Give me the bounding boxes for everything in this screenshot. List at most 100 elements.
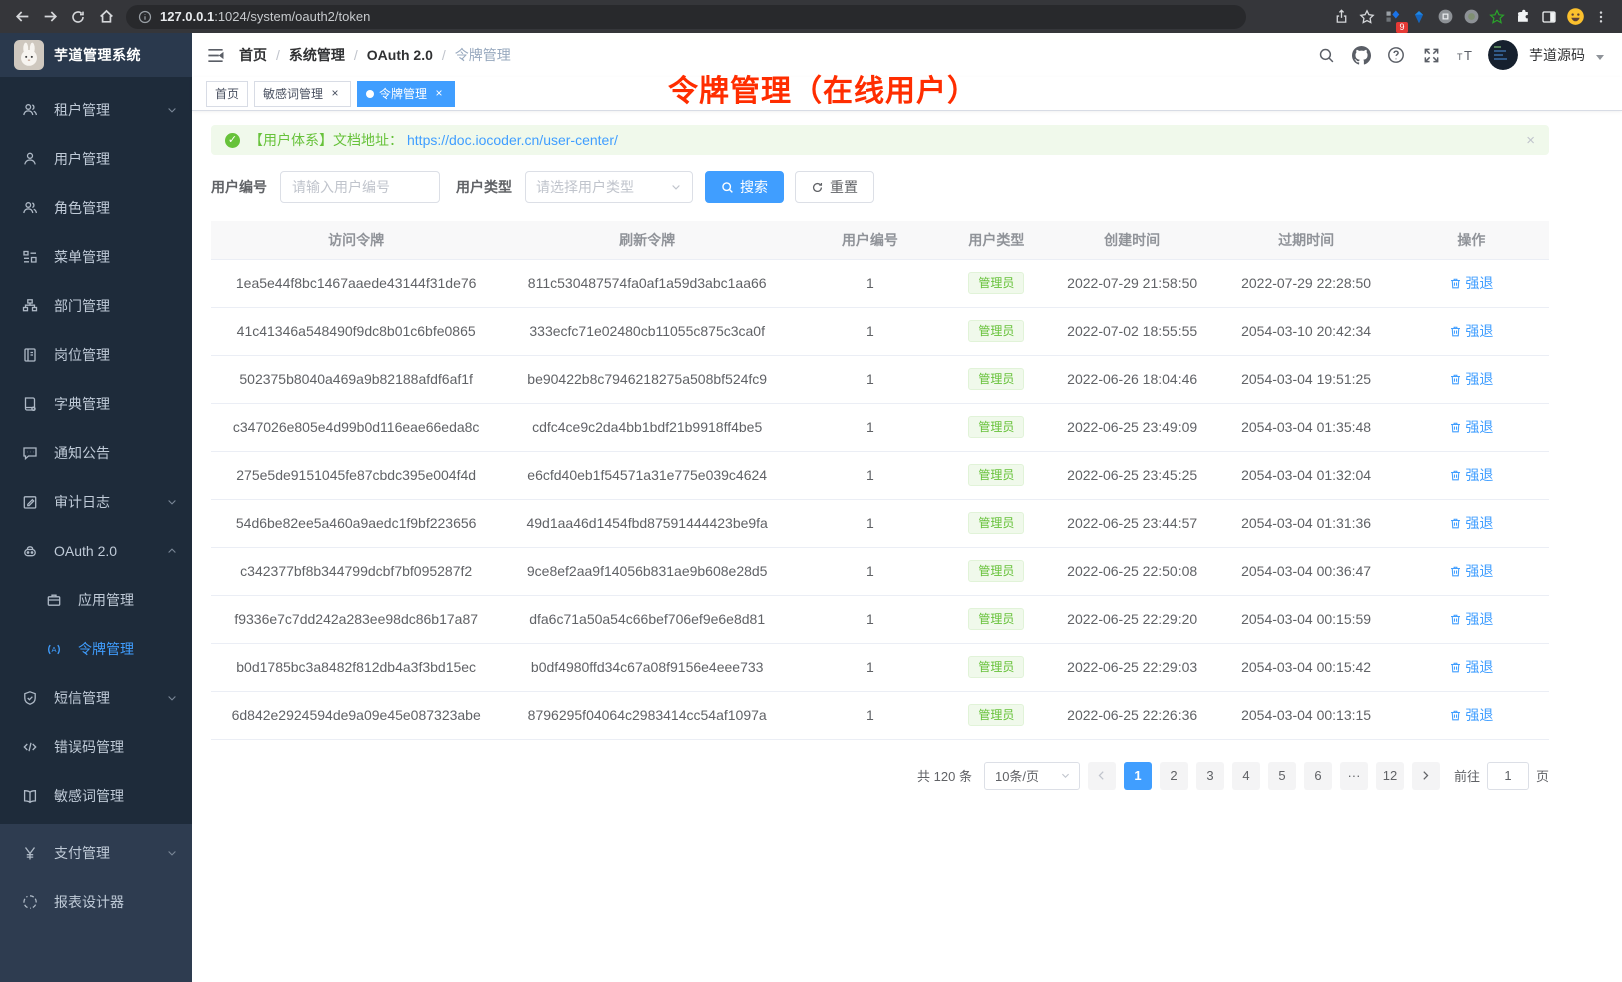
force-logout-button[interactable]: 强退 xyxy=(1449,417,1493,437)
page-button-2[interactable]: 2 xyxy=(1160,762,1188,790)
user-type-badge: 管理员 xyxy=(968,560,1024,582)
force-logout-button[interactable]: 强退 xyxy=(1449,609,1493,629)
chevron-down-icon xyxy=(166,692,178,704)
access-token-cell: 54d6be82ee5a460a9aedc1f9bf223656 xyxy=(211,499,501,547)
command-extension-icon[interactable] xyxy=(1432,3,1458,31)
force-logout-label: 强退 xyxy=(1465,705,1493,725)
refresh-token-cell: cdfc4ce9c2da4bb1bdf21b9918ff4be5 xyxy=(501,403,793,451)
access-token-cell: c342377bf8b344799dcbf7bf095287f2 xyxy=(211,547,501,595)
gem-extension-icon[interactable] xyxy=(1406,3,1432,31)
user-type-select[interactable]: 请选择用户类型 xyxy=(525,171,693,203)
user-type-placeholder: 请选择用户类型 xyxy=(536,177,634,197)
search-button[interactable]: 搜索 xyxy=(705,171,784,203)
page-button-6[interactable]: 6 xyxy=(1304,762,1332,790)
force-logout-button[interactable]: 强退 xyxy=(1449,369,1493,389)
page-button-4[interactable]: 4 xyxy=(1232,762,1260,790)
sidebar-item-menu[interactable]: 菜单管理 xyxy=(0,232,192,281)
force-logout-button[interactable]: 强退 xyxy=(1449,321,1493,341)
force-logout-button[interactable]: 强退 xyxy=(1449,705,1493,725)
alert-close-icon[interactable]: × xyxy=(1526,132,1535,149)
browser-reload-icon[interactable] xyxy=(64,3,92,31)
browser-home-icon[interactable] xyxy=(92,3,120,31)
page-button-12[interactable]: 12 xyxy=(1376,762,1404,790)
action-cell: 强退 xyxy=(1394,451,1549,499)
sidebar-item-token[interactable]: A令牌管理 xyxy=(0,624,192,673)
sidebar-item-tenant[interactable]: 租户管理 xyxy=(0,85,192,134)
tab-首页[interactable]: 首页 xyxy=(206,81,248,107)
bookmark-star-icon[interactable] xyxy=(1354,3,1380,31)
tab-close-icon[interactable]: × xyxy=(432,87,446,101)
extension-badge: 9 xyxy=(1396,22,1408,33)
force-logout-button[interactable]: 强退 xyxy=(1449,273,1493,293)
dept-icon xyxy=(22,298,38,314)
user-id-input[interactable] xyxy=(280,171,440,203)
chevron-down-icon[interactable] xyxy=(1596,55,1604,60)
sidebar-item-role[interactable]: 角色管理 xyxy=(0,183,192,232)
sidebar-item-dept[interactable]: 部门管理 xyxy=(0,281,192,330)
access-token-cell: 1ea5e44f8bc1467aaede43144f31de76 xyxy=(211,259,501,307)
browser-forward-icon[interactable] xyxy=(36,3,64,31)
sidebar-menu-bottom: 支付管理报表设计器 xyxy=(0,824,192,982)
browser-menu-icon[interactable] xyxy=(1588,3,1614,31)
sidebar-item-log[interactable]: 审计日志 xyxy=(0,477,192,526)
sidebar-item-user[interactable]: 用户管理 xyxy=(0,134,192,183)
sidebar-item-notice[interactable]: 通知公告 xyxy=(0,428,192,477)
chevron-up-icon xyxy=(166,545,178,557)
breadcrumb-item[interactable]: OAuth 2.0 xyxy=(367,47,433,63)
side-panel-icon[interactable] xyxy=(1536,3,1562,31)
reset-button[interactable]: 重置 xyxy=(795,171,874,203)
profile-avatar-icon[interactable] xyxy=(1562,3,1588,31)
sidebar-item-pay[interactable]: 支付管理 xyxy=(0,828,192,877)
page-size-select[interactable]: 10条/页 xyxy=(984,762,1080,790)
sidebar-item-sms[interactable]: 短信管理 xyxy=(0,673,192,722)
screen: 127.0.0.1:1024/system/oauth2/token 9 芋道管… xyxy=(0,0,1622,982)
sidebar-item-dict[interactable]: 字典管理 xyxy=(0,379,192,428)
app-logo[interactable]: 芋道管理系统 xyxy=(0,33,192,77)
github-icon[interactable] xyxy=(1348,42,1374,68)
sidebar-item-label: 部门管理 xyxy=(54,296,178,316)
fullscreen-icon[interactable] xyxy=(1418,42,1444,68)
next-page-button[interactable] xyxy=(1412,762,1440,790)
share-icon[interactable] xyxy=(1328,3,1354,31)
font-size-icon[interactable]: TT xyxy=(1453,42,1479,68)
expire-time-cell: 2054-03-04 00:15:42 xyxy=(1218,643,1393,691)
page-button-3[interactable]: 3 xyxy=(1196,762,1224,790)
search-icon[interactable] xyxy=(1313,42,1339,68)
sidebar-item-oauth[interactable]: OAuth 2.0 xyxy=(0,526,192,575)
address-bar[interactable]: 127.0.0.1:1024/system/oauth2/token xyxy=(126,5,1246,29)
extension-tabs-icon[interactable]: 9 xyxy=(1380,3,1406,31)
sidebar-item-app[interactable]: 应用管理 xyxy=(0,575,192,624)
sidebar-item-sensitive[interactable]: 敏感词管理 xyxy=(0,771,192,820)
browser-back-icon[interactable] xyxy=(8,3,36,31)
breadcrumb-item[interactable]: 系统管理 xyxy=(289,45,345,65)
page-button-5[interactable]: 5 xyxy=(1268,762,1296,790)
sidebar-item-post[interactable]: 岗位管理 xyxy=(0,330,192,379)
tab-close-icon[interactable]: × xyxy=(328,87,342,101)
star-extension-icon[interactable] xyxy=(1484,3,1510,31)
sidebar-item-errcode[interactable]: 错误码管理 xyxy=(0,722,192,771)
action-cell: 强退 xyxy=(1394,307,1549,355)
force-logout-button[interactable]: 强退 xyxy=(1449,513,1493,533)
filter-form: 用户编号 用户类型 请选择用户类型 搜索 重置 xyxy=(211,171,1549,203)
record-extension-icon[interactable] xyxy=(1458,3,1484,31)
username[interactable]: 芋道源码 xyxy=(1529,45,1585,65)
force-logout-button[interactable]: 强退 xyxy=(1449,657,1493,677)
site-info-icon[interactable] xyxy=(138,10,152,24)
goto-page-input[interactable] xyxy=(1487,762,1529,790)
sidebar-collapse-icon[interactable] xyxy=(206,46,225,65)
user-avatar[interactable] xyxy=(1488,40,1518,70)
extensions-puzzle-icon[interactable] xyxy=(1510,3,1536,31)
doc-link[interactable]: https://doc.iocoder.cn/user-center/ xyxy=(407,132,618,148)
page-ellipsis[interactable]: ··· xyxy=(1340,762,1368,790)
breadcrumb-item[interactable]: 首页 xyxy=(239,45,267,65)
help-icon[interactable] xyxy=(1383,42,1409,68)
force-logout-button[interactable]: 强退 xyxy=(1449,561,1493,581)
user-type-cell: 管理员 xyxy=(947,403,1046,451)
action-cell: 强退 xyxy=(1394,259,1549,307)
sidebar-item-report[interactable]: 报表设计器 xyxy=(0,877,192,926)
tab-敏感词管理[interactable]: 敏感词管理× xyxy=(254,81,351,107)
prev-page-button[interactable] xyxy=(1088,762,1116,790)
tab-令牌管理[interactable]: 令牌管理× xyxy=(357,81,455,107)
force-logout-button[interactable]: 强退 xyxy=(1449,465,1493,485)
page-button-1[interactable]: 1 xyxy=(1124,762,1152,790)
